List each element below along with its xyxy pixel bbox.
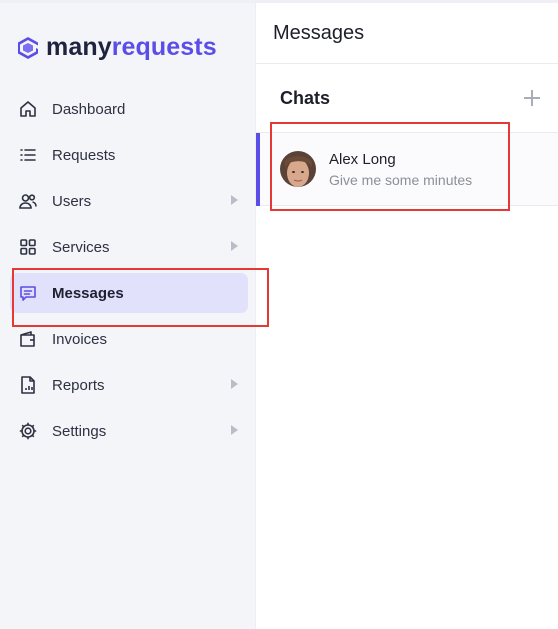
sidebar-item-label: Messages bbox=[52, 284, 124, 302]
report-icon bbox=[18, 375, 38, 395]
submenu-arrow-icon bbox=[231, 195, 238, 205]
sidebar-item-settings[interactable]: Settings bbox=[10, 411, 248, 451]
sidebar-item-label: Users bbox=[52, 192, 92, 210]
chat-message-preview: Give me some minutes bbox=[329, 171, 473, 188]
list-icon bbox=[18, 145, 38, 165]
sidebar-item-users[interactable]: Users bbox=[10, 181, 248, 221]
brand-name-part2: requests bbox=[111, 33, 217, 61]
sidebar-item-messages[interactable]: Messages bbox=[10, 273, 248, 313]
plus-icon[interactable] bbox=[524, 90, 540, 106]
sidebar: manyrequests Dashboard Requests Users Se… bbox=[0, 3, 255, 629]
chat-list-item[interactable]: Alex Long Give me some minutes bbox=[256, 133, 558, 206]
sidebar-item-label: Requests bbox=[52, 146, 116, 164]
home-icon bbox=[18, 99, 38, 119]
brand-logo[interactable]: manyrequests bbox=[16, 33, 217, 62]
sidebar-item-label: Reports bbox=[52, 376, 105, 394]
logo-icon bbox=[18, 36, 38, 59]
selected-chat-indicator bbox=[256, 133, 260, 206]
sidebar-item-label: Dashboard bbox=[52, 100, 126, 118]
submenu-arrow-icon bbox=[231, 241, 238, 251]
chat-contact-name: Alex Long bbox=[329, 150, 396, 168]
sidebar-item-invoices[interactable]: Invoices bbox=[10, 319, 248, 359]
chats-heading: Chats bbox=[280, 87, 331, 108]
grid-icon bbox=[18, 237, 38, 257]
users-icon bbox=[18, 191, 38, 211]
sidebar-item-requests[interactable]: Requests bbox=[10, 135, 248, 175]
sidebar-item-services[interactable]: Services bbox=[10, 227, 248, 267]
wallet-icon bbox=[18, 329, 38, 349]
brand-name: manyrequests bbox=[46, 33, 217, 62]
sidebar-item-label: Settings bbox=[52, 422, 107, 440]
sidebar-item-dashboard[interactable]: Dashboard bbox=[10, 89, 248, 129]
submenu-arrow-icon bbox=[231, 379, 238, 389]
page-title: Messages bbox=[273, 21, 365, 44]
chat-text: Alex Long Give me some minutes bbox=[329, 151, 472, 188]
chats-header: Chats bbox=[256, 64, 558, 133]
message-icon bbox=[18, 283, 38, 303]
submenu-arrow-icon bbox=[231, 425, 238, 435]
gear-icon bbox=[18, 421, 38, 441]
avatar bbox=[280, 151, 316, 187]
messages-panel: Messages Chats Alex Long Give me some mi… bbox=[255, 3, 558, 629]
brand-name-part1: many bbox=[46, 33, 112, 61]
panel-header: Messages bbox=[256, 3, 558, 64]
sidebar-item-label: Services bbox=[52, 238, 110, 256]
sidebar-nav: Dashboard Requests Users Services Messag… bbox=[10, 89, 248, 457]
sidebar-item-label: Invoices bbox=[52, 330, 108, 348]
sidebar-item-reports[interactable]: Reports bbox=[10, 365, 248, 405]
